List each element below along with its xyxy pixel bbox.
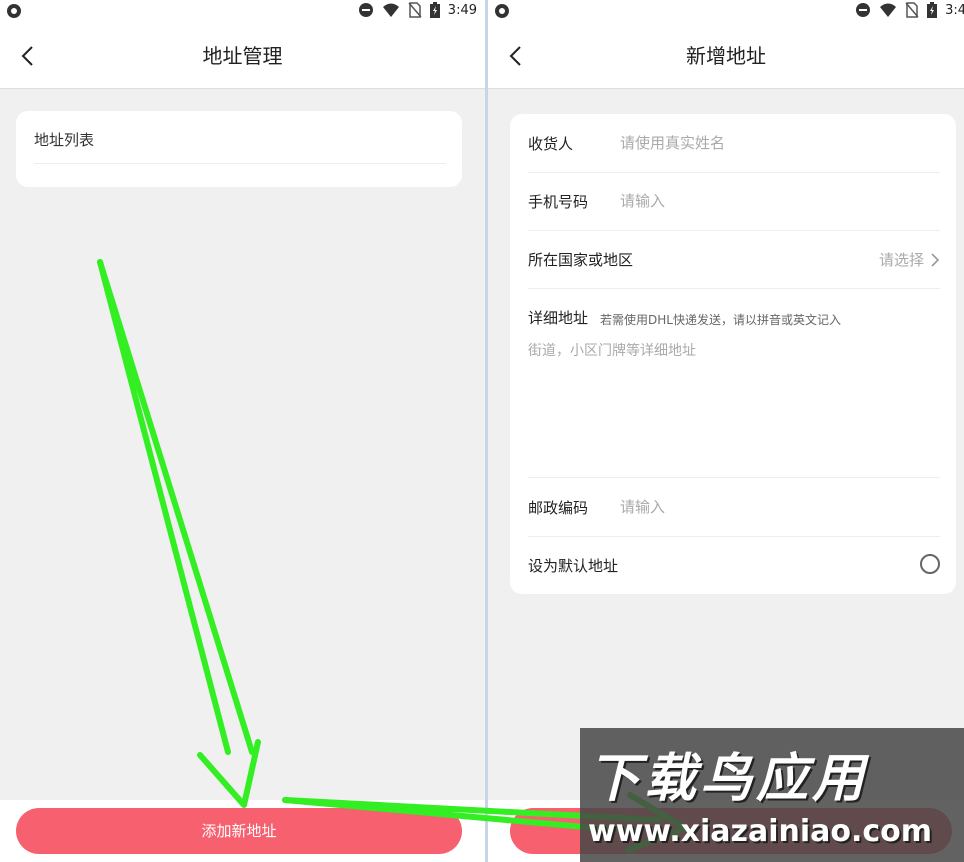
address-management-screen: 3:49 地址管理 地址列表 添加新地址 (0, 0, 485, 862)
address-form-card: 收货人 手机号码 所在国家或地区 请选择 详细地址 若需使用DHL快递发送，请以… (510, 114, 956, 594)
wifi-icon (382, 3, 399, 17)
default-address-label: 设为默认地址 (528, 557, 619, 575)
detailed-address-row: 详细地址 若需使用DHL快递发送，请以拼音或英文记入 (528, 288, 940, 478)
add-new-address-button[interactable]: 添加新地址 (16, 808, 462, 854)
status-bar: 3:49 (0, 0, 485, 24)
phone-input[interactable] (620, 189, 940, 213)
address-list-card: 地址列表 (16, 111, 462, 187)
status-bar: 3:4 (488, 0, 964, 24)
no-sim-icon (905, 2, 919, 18)
navigation-bar: 新增地址 (488, 24, 964, 89)
no-sim-icon (408, 2, 422, 18)
recipient-label: 收货人 (528, 135, 574, 153)
postcode-label: 邮政编码 (528, 499, 589, 517)
watermark-title: 下载鸟应用 (588, 749, 869, 809)
do-not-disturb-icon (358, 3, 373, 17)
region-row[interactable]: 所在国家或地区 请选择 (528, 230, 940, 289)
divider (34, 163, 446, 164)
detailed-address-input[interactable] (528, 340, 940, 440)
region-select[interactable]: 请选择 (879, 249, 940, 270)
phone-label: 手机号码 (528, 193, 589, 211)
app-status-icon (495, 4, 509, 18)
recipient-row: 收货人 (528, 114, 940, 173)
wifi-icon (880, 3, 897, 17)
recipient-input[interactable] (620, 131, 940, 155)
default-address-row: 设为默认地址 (528, 536, 940, 594)
postcode-input[interactable] (620, 495, 940, 519)
battery-charging-icon (927, 2, 938, 18)
battery-charging-icon (429, 2, 440, 18)
address-list-title: 地址列表 (34, 131, 95, 149)
chevron-right-icon (931, 252, 940, 267)
dhl-hint: 若需使用DHL快递发送，请以拼音或英文记入 (600, 313, 841, 327)
postcode-row: 邮政编码 (528, 478, 940, 537)
region-label: 所在国家或地区 (528, 251, 634, 269)
phone-row: 手机号码 (528, 172, 940, 231)
detailed-address-label: 详细地址 (528, 309, 589, 327)
watermark-url: www.xiazainiao.com (588, 814, 933, 849)
app-status-icon (7, 4, 21, 18)
page-title: 地址管理 (202, 44, 283, 68)
clock: 3:49 (447, 2, 477, 18)
do-not-disturb-icon (856, 3, 871, 17)
page-title: 新增地址 (686, 44, 766, 68)
bottom-action-bar: 添加新地址 (0, 800, 485, 862)
clock: 3:4 (945, 2, 964, 18)
default-address-radio-icon[interactable] (920, 554, 940, 574)
watermark: 下载鸟应用 www.xiazainiao.com (580, 728, 964, 862)
region-placeholder: 请选择 (878, 251, 924, 269)
navigation-bar: 地址管理 (0, 24, 485, 89)
